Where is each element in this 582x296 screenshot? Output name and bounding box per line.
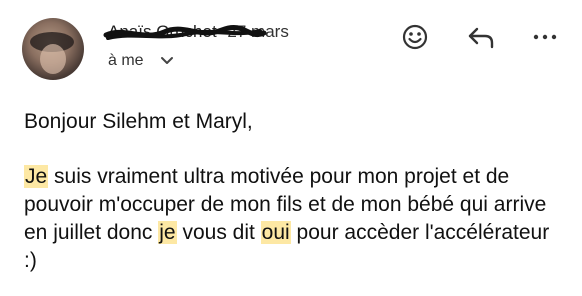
recipient-toggle[interactable]: à me bbox=[108, 52, 176, 70]
message-paragraph: Je suis vraiment ultra motivée pour mon … bbox=[24, 163, 564, 275]
emoji-icon[interactable] bbox=[400, 22, 430, 52]
highlighted-word: oui bbox=[260, 221, 291, 244]
paragraph-segment: vous dit bbox=[176, 221, 261, 244]
highlighted-word: je bbox=[158, 221, 177, 244]
email-header: Anaïs Gruchot 27 mars à me bbox=[0, 0, 582, 90]
avatar-face-shape bbox=[40, 44, 66, 74]
more-icon[interactable] bbox=[530, 22, 560, 52]
sender-line: Anaïs Gruchot 27 mars bbox=[103, 22, 289, 42]
avatar[interactable] bbox=[22, 18, 84, 80]
reply-icon[interactable] bbox=[466, 22, 496, 52]
sender-name[interactable]: Anaïs Gruchot bbox=[103, 22, 267, 41]
highlighted-word: Je bbox=[24, 165, 49, 188]
email-body: Bonjour Silehm et Maryl, Je suis vraimen… bbox=[24, 108, 564, 275]
recipient-label: à me bbox=[108, 52, 144, 69]
redaction-scribble bbox=[103, 25, 267, 40]
chevron-down-icon bbox=[161, 56, 174, 64]
greeting: Bonjour Silehm et Maryl, bbox=[24, 110, 253, 133]
